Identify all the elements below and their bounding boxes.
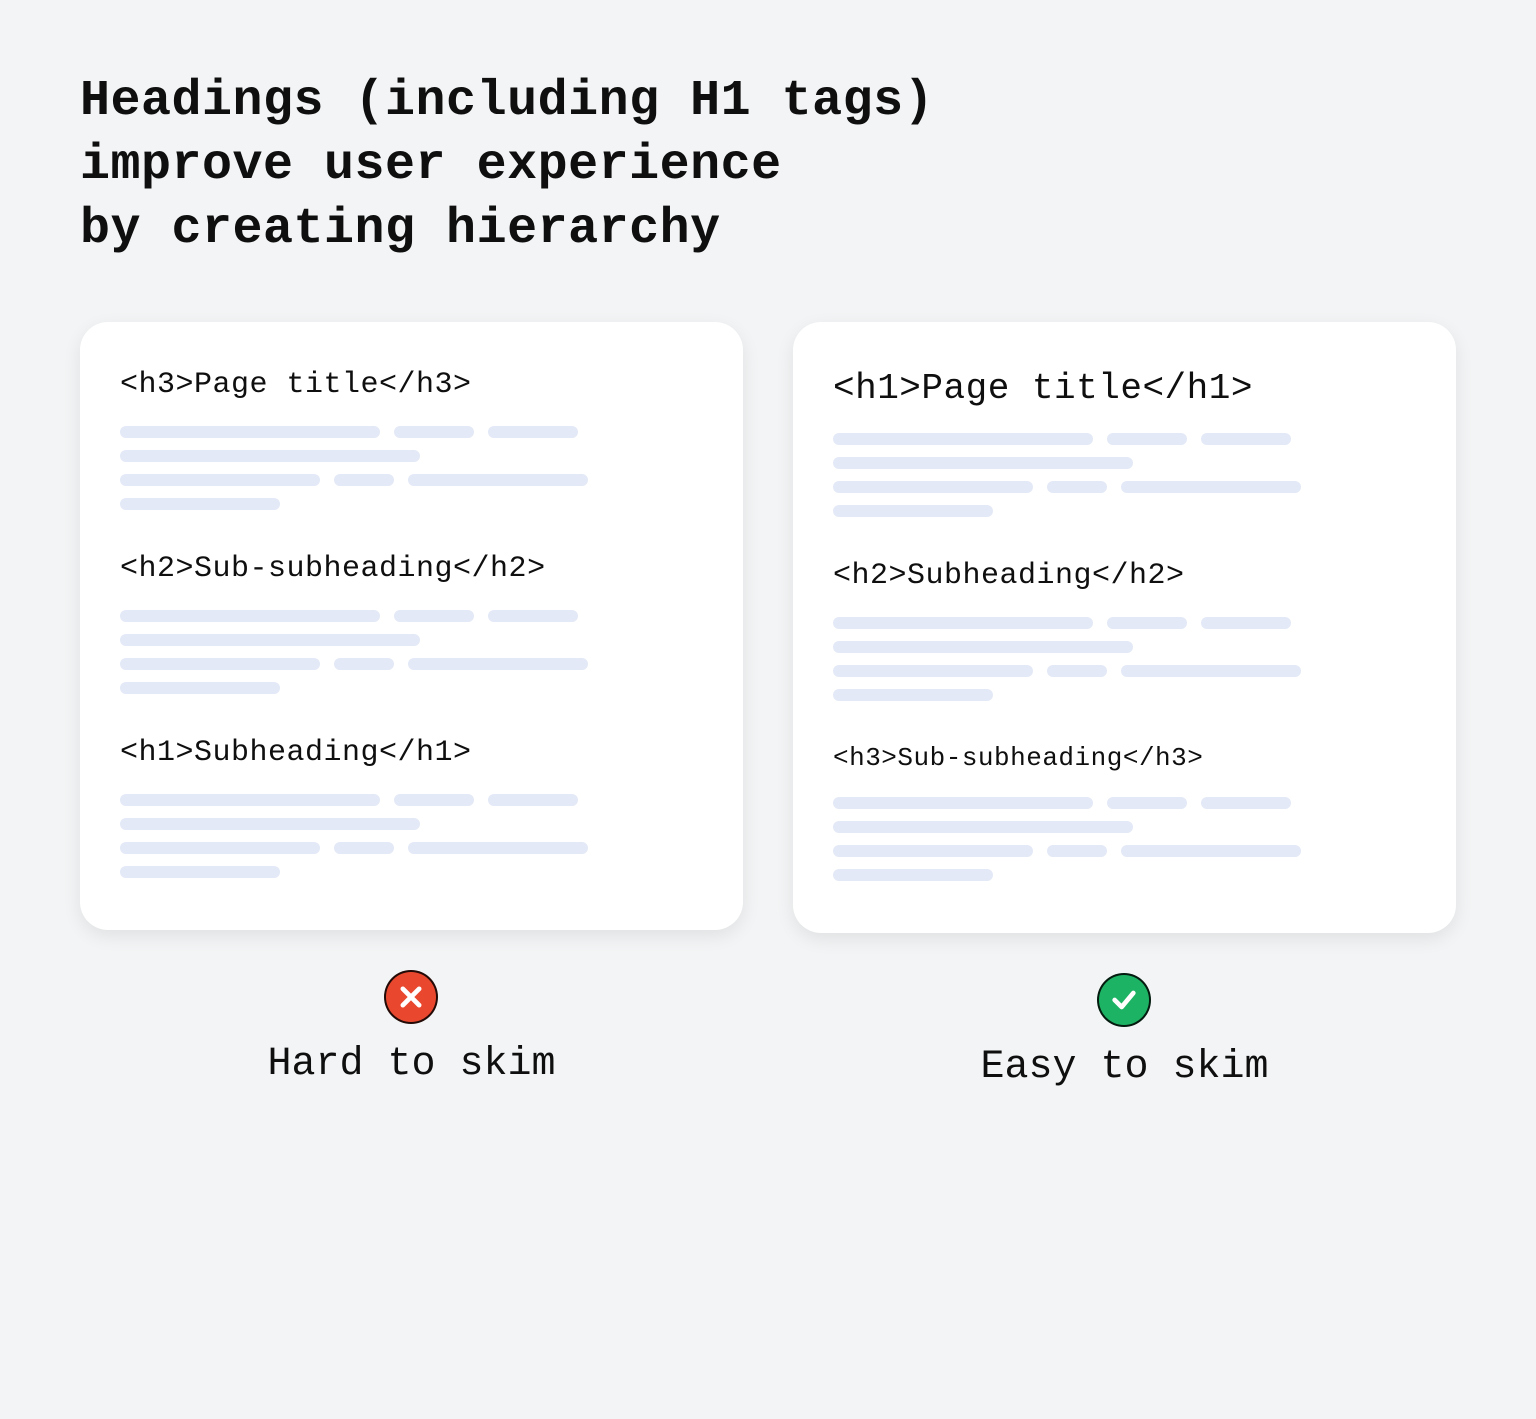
skeleton-bar: [1107, 797, 1187, 809]
skeleton-bar: [1107, 617, 1187, 629]
right-caption: Easy to skim: [980, 1045, 1268, 1090]
heading-line: <h3>Sub-subheading</h3>: [833, 743, 1416, 773]
skeleton-bar: [394, 794, 474, 806]
heading-line: <h1>Subheading</h1>: [120, 736, 703, 770]
skeleton-bar: [833, 821, 1133, 833]
skeleton-bar: [1201, 797, 1291, 809]
skeleton-bar: [334, 474, 394, 486]
skeleton-bar: [334, 842, 394, 854]
skeleton-bar: [1201, 617, 1291, 629]
skeleton-bar: [1201, 433, 1291, 445]
skeleton-bar: [120, 682, 280, 694]
skeleton-bar: [833, 869, 993, 881]
skeleton-bar: [120, 866, 280, 878]
skeleton-bar: [833, 641, 1133, 653]
skeleton-bar: [120, 450, 420, 462]
skeleton-block: [833, 617, 1303, 701]
skeleton-block: [120, 610, 590, 694]
skeleton-bar: [488, 610, 578, 622]
skeleton-bar: [120, 426, 380, 438]
skeleton-bar: [120, 842, 320, 854]
skeleton-bar: [334, 658, 394, 670]
left-card: <h3>Page title</h3> <h2>Sub-subheading</…: [80, 322, 743, 930]
skeleton-bar: [488, 794, 578, 806]
right-status: Easy to skim: [980, 973, 1268, 1090]
skeleton-bar: [394, 610, 474, 622]
skeleton-bar: [833, 457, 1133, 469]
skeleton-bar: [1047, 665, 1107, 677]
skeleton-bar: [394, 426, 474, 438]
skeleton-bar: [833, 689, 993, 701]
left-section-3: <h1>Subheading</h1>: [120, 736, 703, 878]
cross-icon: [384, 970, 438, 1024]
right-section-3: <h3>Sub-subheading</h3>: [833, 743, 1416, 881]
skeleton-block: [120, 794, 590, 878]
skeleton-bar: [120, 658, 320, 670]
skeleton-bar: [120, 498, 280, 510]
right-section-1: <h1>Page title</h1>: [833, 368, 1416, 517]
left-status: Hard to skim: [267, 970, 555, 1087]
skeleton-block: [120, 426, 590, 510]
heading-line: <h2>Subheading</h2>: [833, 559, 1416, 593]
skeleton-bar: [1121, 845, 1301, 857]
skeleton-bar: [120, 794, 380, 806]
skeleton-bar: [833, 797, 1093, 809]
heading-line: <h1>Page title</h1>: [833, 368, 1416, 409]
left-section-2: <h2>Sub-subheading</h2>: [120, 552, 703, 694]
skeleton-bar: [833, 617, 1093, 629]
skeleton-bar: [408, 658, 588, 670]
check-icon: [1097, 973, 1151, 1027]
skeleton-bar: [1047, 481, 1107, 493]
diagram-container: Headings (including H1 tags) improve use…: [0, 0, 1536, 1150]
heading-line: <h3>Page title</h3>: [120, 368, 703, 402]
skeleton-bar: [408, 474, 588, 486]
right-card: <h1>Page title</h1> <h2>Subheading</h2> …: [793, 322, 1456, 933]
skeleton-bar: [488, 426, 578, 438]
skeleton-bar: [833, 433, 1093, 445]
left-column: <h3>Page title</h3> <h2>Sub-subheading</…: [80, 322, 743, 1090]
skeleton-bar: [1107, 433, 1187, 445]
skeleton-bar: [120, 818, 420, 830]
heading-line: <h2>Sub-subheading</h2>: [120, 552, 703, 586]
skeleton-bar: [1047, 845, 1107, 857]
skeleton-bar: [1121, 665, 1301, 677]
left-caption: Hard to skim: [267, 1042, 555, 1087]
skeleton-bar: [833, 665, 1033, 677]
skeleton-bar: [120, 634, 420, 646]
left-section-1: <h3>Page title</h3>: [120, 368, 703, 510]
right-column: <h1>Page title</h1> <h2>Subheading</h2> …: [793, 322, 1456, 1090]
skeleton-bar: [1121, 481, 1301, 493]
skeleton-bar: [833, 505, 993, 517]
skeleton-bar: [120, 610, 380, 622]
columns: <h3>Page title</h3> <h2>Sub-subheading</…: [80, 322, 1456, 1090]
skeleton-bar: [408, 842, 588, 854]
skeleton-bar: [120, 474, 320, 486]
skeleton-block: [833, 433, 1303, 517]
skeleton-bar: [833, 845, 1033, 857]
right-section-2: <h2>Subheading</h2>: [833, 559, 1416, 701]
main-title: Headings (including H1 tags) improve use…: [80, 70, 1456, 262]
skeleton-block: [833, 797, 1303, 881]
skeleton-bar: [833, 481, 1033, 493]
